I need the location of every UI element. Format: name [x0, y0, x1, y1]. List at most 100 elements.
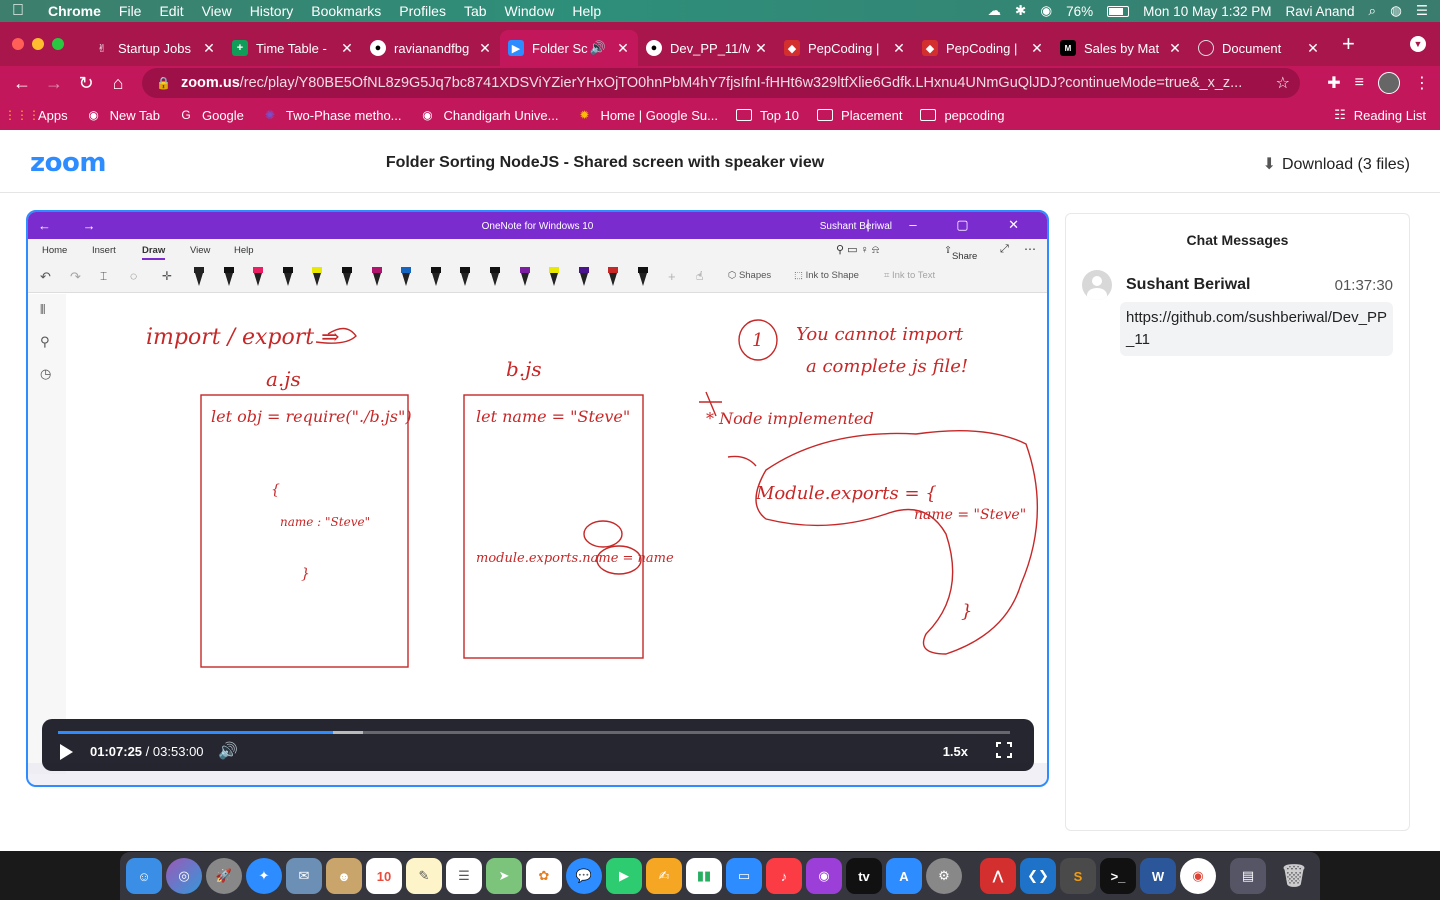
back-arrow-icon[interactable]: ←: [6, 73, 38, 94]
maximize-window-button[interactable]: [52, 38, 64, 50]
browser-menu-icon[interactable]: ⋮: [1414, 73, 1430, 93]
forward-arrow-icon[interactable]: →: [38, 73, 70, 94]
word-icon[interactable]: W: [1140, 858, 1176, 894]
bluetooth-icon[interactable]: ✱: [1015, 3, 1026, 19]
browser-tab[interactable]: ◆ PepCoding | ✕: [914, 30, 1052, 66]
lock-icon[interactable]: 🔒: [156, 76, 171, 90]
video-player[interactable]: ← → OneNote for Windows 10 Sushant Beriw…: [26, 210, 1049, 787]
battery-icon[interactable]: [1107, 5, 1130, 17]
browser-tab[interactable]: ✌ Startup Jobs ✕: [86, 30, 224, 66]
close-tab-icon[interactable]: ✕: [1168, 40, 1182, 57]
close-tab-icon[interactable]: ✕: [754, 40, 768, 57]
menu-view[interactable]: View: [202, 3, 232, 19]
facetime-icon[interactable]: ▶: [606, 858, 642, 894]
cloud-icon[interactable]: ☁: [988, 3, 1002, 19]
fullscreen-icon[interactable]: [996, 742, 1012, 758]
browser-tab-active[interactable]: ▶ Folder Sc 🔊 ✕: [500, 30, 638, 66]
new-tab-button[interactable]: +: [1342, 31, 1362, 57]
close-tab-icon[interactable]: ✕: [1030, 40, 1044, 57]
close-tab-icon[interactable]: ✕: [892, 40, 906, 57]
menu-edit[interactable]: Edit: [159, 3, 183, 19]
browser-tab[interactable]: M Sales by Mat ✕: [1052, 30, 1190, 66]
chrome-icon[interactable]: ◉: [1180, 858, 1216, 894]
bookmark-new-tab[interactable]: ◉ New Tab: [86, 107, 160, 123]
sublime-text-icon[interactable]: S: [1060, 858, 1096, 894]
menu-bookmarks[interactable]: Bookmarks: [311, 3, 381, 19]
bookmark-folder-top10[interactable]: Top 10: [735, 108, 799, 123]
browser-tab[interactable]: ◆ PepCoding | ✕: [776, 30, 914, 66]
close-tab-icon[interactable]: ✕: [478, 40, 492, 57]
vscode-icon[interactable]: ❮❯: [1020, 858, 1056, 894]
menu-tab[interactable]: Tab: [464, 3, 487, 19]
keynote-icon[interactable]: ▭: [726, 858, 762, 894]
reading-list-button[interactable]: ☷ Reading List: [1334, 107, 1426, 123]
music-icon[interactable]: ♪: [766, 858, 802, 894]
acrobat-icon[interactable]: ⋀: [980, 858, 1016, 894]
calendar-icon[interactable]: 10: [366, 858, 402, 894]
browser-tab[interactable]: Document ✕: [1190, 30, 1328, 66]
browser-tab[interactable]: ● Dev_PP_11/M ✕: [638, 30, 776, 66]
bookmark-folder-pepcoding[interactable]: pepcoding: [920, 108, 1004, 123]
reload-icon[interactable]: ↻: [70, 73, 102, 94]
datetime[interactable]: Mon 10 May 1:32 PM: [1143, 4, 1271, 19]
siri-icon[interactable]: ◍: [1390, 3, 1402, 19]
notes-icon[interactable]: ✎: [406, 858, 442, 894]
contacts-icon[interactable]: ☻: [326, 858, 362, 894]
download-button[interactable]: ⬇ Download (3 files): [1263, 154, 1410, 174]
bookmark-two-phase[interactable]: ✺ Two-Phase metho...: [262, 107, 402, 123]
menu-window[interactable]: Window: [505, 3, 555, 19]
close-tab-icon[interactable]: ✕: [340, 40, 354, 57]
safari-icon[interactable]: ✦: [246, 858, 282, 894]
spotlight-icon[interactable]: ⌕: [1369, 3, 1377, 19]
home-icon[interactable]: ⌂: [102, 73, 134, 94]
browser-tab[interactable]: ● ravianandfbg ✕: [362, 30, 500, 66]
volume-icon[interactable]: 🔊: [218, 741, 238, 761]
messages-icon[interactable]: 💬: [566, 858, 602, 894]
maps-icon[interactable]: ➤: [486, 858, 522, 894]
bookmark-google-sites[interactable]: ✹ Home | Google Su...: [576, 107, 718, 123]
siri-icon[interactable]: ◎: [166, 858, 202, 894]
numbers-icon[interactable]: ▮▮: [686, 858, 722, 894]
menu-profiles[interactable]: Profiles: [399, 3, 446, 19]
chat-message-text[interactable]: https://github.com/sushberiwal/Dev_PP_11: [1120, 302, 1393, 356]
battery-percent[interactable]: 76%: [1066, 4, 1093, 19]
bookmark-apps[interactable]: ⋮⋮⋮ Apps: [4, 107, 68, 123]
podcasts-icon[interactable]: ◉: [806, 858, 842, 894]
terminal-icon[interactable]: >_: [1100, 858, 1136, 894]
playback-speed-button[interactable]: 1.5x: [943, 744, 968, 759]
extensions-icon[interactable]: ✚: [1327, 73, 1340, 93]
apple-icon[interactable]: : [12, 2, 26, 20]
control-center-icon[interactable]: ☰: [1416, 3, 1428, 19]
menu-file[interactable]: File: [119, 3, 142, 19]
trash-icon[interactable]: 🗑: [1276, 858, 1312, 894]
tab-search-icon[interactable]: ▼: [1410, 36, 1426, 52]
mail-icon[interactable]: ✉: [286, 858, 322, 894]
chat-timestamp[interactable]: 01:37:30: [1335, 277, 1393, 294]
finder-icon[interactable]: ☺: [126, 858, 162, 894]
bookmark-star-icon[interactable]: ☆: [1276, 73, 1290, 93]
close-tab-icon[interactable]: ✕: [1306, 40, 1320, 57]
wifi-icon[interactable]: ◉: [1040, 3, 1052, 19]
user-name[interactable]: Ravi Anand: [1285, 4, 1354, 19]
play-icon[interactable]: [60, 744, 73, 760]
system-preferences-icon[interactable]: ⚙: [926, 858, 962, 894]
address-bar[interactable]: 🔒 zoom.us /rec/play/Y80BE5OfNL8z9G5Jq7bc…: [142, 68, 1300, 98]
close-tab-icon[interactable]: ✕: [616, 40, 630, 57]
pages-icon[interactable]: ✍: [646, 858, 682, 894]
launchpad-icon[interactable]: 🚀: [206, 858, 242, 894]
audio-playing-icon[interactable]: 🔊: [590, 40, 606, 56]
menu-chrome[interactable]: Chrome: [48, 3, 101, 19]
downloads-stack-icon[interactable]: ▤: [1230, 858, 1266, 894]
progress-bar[interactable]: [58, 731, 1010, 734]
bookmark-folder-placement[interactable]: Placement: [817, 108, 902, 123]
close-window-button[interactable]: [12, 38, 24, 50]
close-tab-icon[interactable]: ✕: [202, 40, 216, 57]
menu-help[interactable]: Help: [572, 3, 601, 19]
app-store-icon[interactable]: A: [886, 858, 922, 894]
menu-history[interactable]: History: [250, 3, 294, 19]
profile-avatar[interactable]: [1378, 72, 1400, 94]
bookmark-chandigarh[interactable]: ◉ Chandigarh Unive...: [420, 107, 558, 123]
browser-tab[interactable]: + Time Table - ✕: [224, 30, 362, 66]
reminders-icon[interactable]: ☰: [446, 858, 482, 894]
photos-icon[interactable]: ✿: [526, 858, 562, 894]
